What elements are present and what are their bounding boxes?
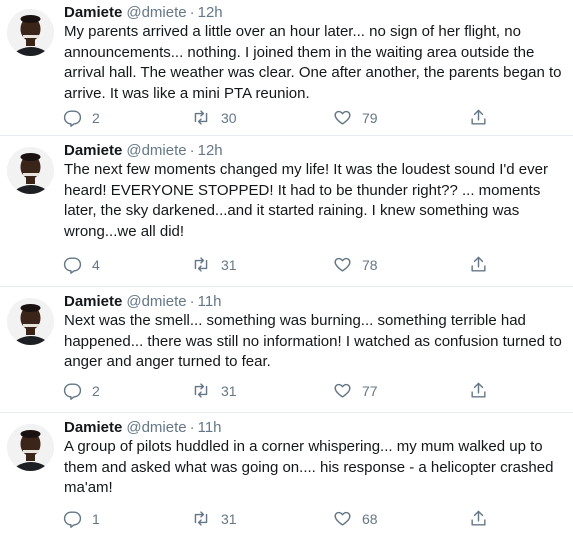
display-name[interactable]: Damiete bbox=[64, 4, 122, 21]
reply-button[interactable]: 2 bbox=[63, 108, 100, 127]
username[interactable]: @dmiete bbox=[126, 4, 186, 21]
tweet[interactable]: Damiete @dmiete · 12h My parents arrived a … bbox=[0, 0, 573, 136]
like-count: 77 bbox=[362, 382, 378, 399]
tweet-header: Damiete @dmiete · 12h bbox=[64, 142, 223, 160]
tweet-actions: 2 30 79 bbox=[63, 108, 503, 128]
avatar[interactable] bbox=[7, 9, 54, 56]
reply-button[interactable]: 4 bbox=[63, 255, 100, 274]
tweet[interactable]: Damiete @dmiete · 11h Next was the smell...… bbox=[0, 289, 573, 413]
username[interactable]: @dmiete bbox=[126, 419, 186, 436]
tweet-text: Next was the smell... something was burn… bbox=[64, 312, 562, 370]
tweet-text: A group of pilots huddled in a corner wh… bbox=[64, 438, 554, 496]
like-button[interactable]: 78 bbox=[333, 255, 378, 274]
tweet[interactable]: Damiete @dmiete · 11h A group of pilots hud… bbox=[0, 415, 573, 540]
reply-count: 2 bbox=[92, 382, 100, 399]
tweet-actions: 2 31 77 bbox=[63, 381, 503, 401]
like-count: 78 bbox=[362, 256, 378, 273]
retweet-count: 31 bbox=[221, 510, 237, 527]
username[interactable]: @dmiete bbox=[126, 293, 186, 310]
share-button[interactable] bbox=[469, 381, 488, 400]
share-button[interactable] bbox=[469, 509, 488, 528]
retweet-button[interactable]: 30 bbox=[191, 108, 237, 127]
reply-button[interactable]: 1 bbox=[63, 509, 100, 528]
username[interactable]: @dmiete bbox=[126, 142, 186, 159]
separator-dot: · bbox=[189, 4, 195, 21]
share-icon bbox=[469, 509, 488, 528]
retweet-button[interactable]: 31 bbox=[191, 255, 237, 274]
timestamp[interactable]: 11h bbox=[198, 293, 222, 310]
retweet-icon bbox=[191, 108, 211, 127]
retweet-count: 31 bbox=[221, 256, 237, 273]
like-icon bbox=[333, 509, 352, 528]
avatar[interactable] bbox=[7, 424, 54, 471]
tweet-text: My parents arrived a little over an hour… bbox=[64, 23, 562, 102]
like-button[interactable]: 79 bbox=[333, 108, 378, 127]
retweet-icon bbox=[191, 509, 211, 528]
display-name[interactable]: Damiete bbox=[64, 142, 122, 159]
retweet-button[interactable]: 31 bbox=[191, 509, 237, 528]
like-button[interactable]: 77 bbox=[333, 381, 378, 400]
retweet-icon bbox=[191, 255, 211, 274]
tweet-text: The next few moments changed my life! It… bbox=[64, 161, 548, 240]
display-name[interactable]: Damiete bbox=[64, 293, 122, 310]
tweet[interactable]: Damiete @dmiete · 12h The next few moments … bbox=[0, 138, 573, 287]
reply-icon bbox=[63, 381, 82, 400]
retweet-button[interactable]: 31 bbox=[191, 381, 237, 400]
like-icon bbox=[333, 108, 352, 127]
like-icon bbox=[333, 255, 352, 274]
like-count: 79 bbox=[362, 109, 378, 126]
timestamp[interactable]: 12h bbox=[198, 142, 223, 159]
retweet-count: 31 bbox=[221, 382, 237, 399]
reply-count: 4 bbox=[92, 256, 100, 273]
tweet-actions: 1 31 68 bbox=[63, 509, 503, 529]
tweet-thread: Damiete @dmiete · 12h My parents arrived a … bbox=[0, 0, 573, 540]
share-icon bbox=[469, 381, 488, 400]
display-name[interactable]: Damiete bbox=[64, 419, 122, 436]
tweet-actions: 4 31 78 bbox=[63, 255, 503, 275]
reply-icon bbox=[63, 108, 82, 127]
avatar[interactable] bbox=[7, 147, 54, 194]
like-icon bbox=[333, 381, 352, 400]
avatar[interactable] bbox=[7, 298, 54, 345]
separator-dot: · bbox=[189, 419, 195, 436]
like-count: 68 bbox=[362, 510, 378, 527]
reply-button[interactable]: 2 bbox=[63, 381, 100, 400]
share-icon bbox=[469, 108, 488, 127]
share-button[interactable] bbox=[469, 255, 488, 274]
timestamp[interactable]: 12h bbox=[198, 4, 223, 21]
reply-count: 2 bbox=[92, 109, 100, 126]
reply-icon bbox=[63, 255, 82, 274]
retweet-count: 30 bbox=[221, 109, 237, 126]
like-button[interactable]: 68 bbox=[333, 509, 378, 528]
reply-icon bbox=[63, 509, 82, 528]
separator-dot: · bbox=[189, 142, 195, 159]
tweet-header: Damiete @dmiete · 11h bbox=[64, 293, 222, 311]
share-icon bbox=[469, 255, 488, 274]
share-button[interactable] bbox=[469, 108, 488, 127]
tweet-header: Damiete @dmiete · 12h bbox=[64, 4, 223, 22]
tweet-header: Damiete @dmiete · 11h bbox=[64, 419, 222, 437]
timestamp[interactable]: 11h bbox=[198, 419, 222, 436]
retweet-icon bbox=[191, 381, 211, 400]
reply-count: 1 bbox=[92, 510, 100, 527]
separator-dot: · bbox=[189, 293, 195, 310]
